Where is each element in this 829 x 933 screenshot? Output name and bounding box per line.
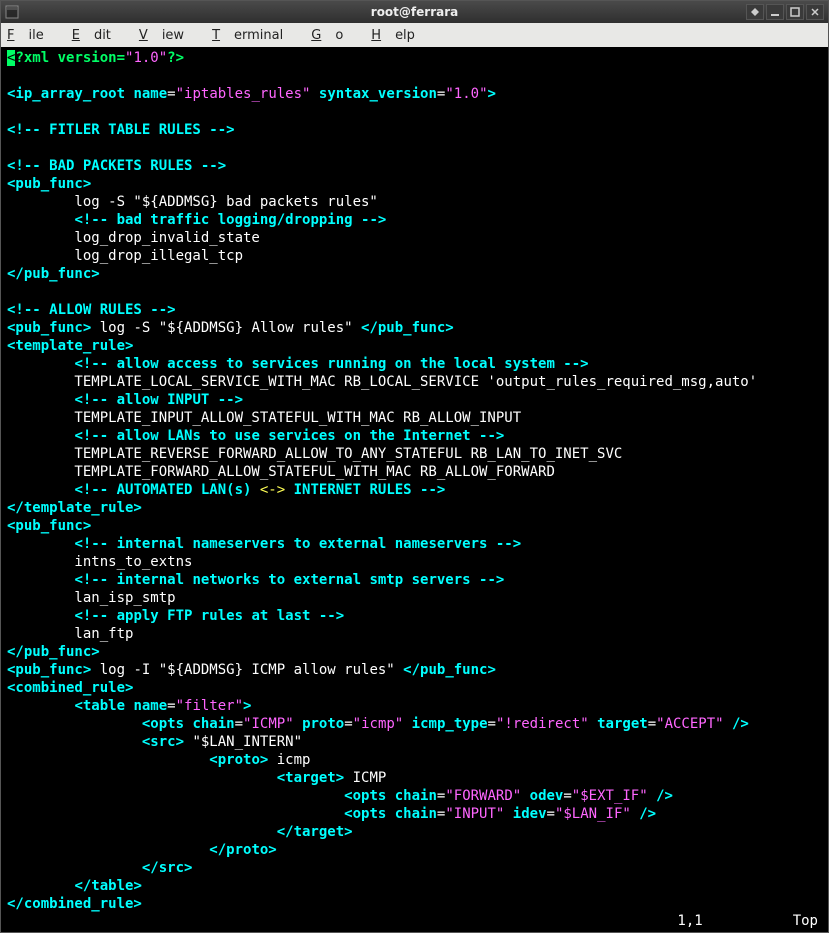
- terminal-line: </pub_func>: [7, 643, 824, 661]
- terminal-line: <proto> icmp: [7, 751, 824, 769]
- menu-edit[interactable]: Edit: [72, 28, 125, 43]
- terminal-line: [7, 283, 824, 301]
- terminal-line: </table>: [7, 877, 824, 895]
- terminal-line: <pub_func> log -S "${ADDMSG} Allow rules…: [7, 319, 824, 337]
- terminal-line: <?xml version="1.0"?>: [7, 49, 824, 67]
- terminal-line: </template_rule>: [7, 499, 824, 517]
- terminal-line: <ip_array_root name="iptables_rules" syn…: [7, 85, 824, 103]
- terminal-line: [7, 67, 824, 85]
- terminal-line: <opts chain="FORWARD" odev="$EXT_IF" />: [7, 787, 824, 805]
- window-title: root@ferrara: [371, 5, 458, 19]
- terminal-window: root@ferrara File Edit View Terminal Go …: [0, 0, 829, 933]
- terminal-line: <!-- allow LANs to use services on the I…: [7, 427, 824, 445]
- terminal-line: </src>: [7, 859, 824, 877]
- menu-terminal[interactable]: Terminal: [212, 28, 297, 43]
- menu-file[interactable]: File: [7, 28, 58, 43]
- terminal-content[interactable]: <?xml version="1.0"?> <ip_array_root nam…: [1, 47, 828, 932]
- terminal-line: log_drop_illegal_tcp: [7, 247, 824, 265]
- terminal-line: TEMPLATE_INPUT_ALLOW_STATEFUL_WITH_MAC R…: [7, 409, 824, 427]
- terminal-line: <pub_func>: [7, 517, 824, 535]
- vim-status: 1,1 Top: [677, 912, 818, 930]
- terminal-line: TEMPLATE_FORWARD_ALLOW_STATEFUL_WITH_MAC…: [7, 463, 824, 481]
- minimize-button[interactable]: [766, 4, 784, 20]
- terminal-line: </target>: [7, 823, 824, 841]
- terminal-line: <!-- apply FTP rules at last -->: [7, 607, 824, 625]
- terminal-line: <!-- allow INPUT -->: [7, 391, 824, 409]
- terminal-line: <target> ICMP: [7, 769, 824, 787]
- window-buttons: [746, 4, 824, 20]
- terminal-line: <opts chain="ICMP" proto="icmp" icmp_typ…: [7, 715, 824, 733]
- menu-go[interactable]: Go: [311, 28, 357, 43]
- terminal-line: </pub_func>: [7, 265, 824, 283]
- terminal-line: <!-- internal nameservers to external na…: [7, 535, 824, 553]
- cursor-position: 1,1: [677, 912, 702, 930]
- terminal-line: [7, 103, 824, 121]
- scroll-position: Top: [793, 912, 818, 930]
- maximize-button[interactable]: [786, 4, 804, 20]
- terminal-line: [7, 139, 824, 157]
- stick-button[interactable]: [746, 4, 764, 20]
- terminal-line: <pub_func>: [7, 175, 824, 193]
- terminal-line: lan_isp_smtp: [7, 589, 824, 607]
- app-icon: [5, 5, 19, 19]
- terminal-line: <!-- BAD PACKETS RULES -->: [7, 157, 824, 175]
- terminal-line: log -S "${ADDMSG} bad packets rules": [7, 193, 824, 211]
- terminal-line: <table name="filter">: [7, 697, 824, 715]
- terminal-line: <!-- FITLER TABLE RULES -->: [7, 121, 824, 139]
- menubar: File Edit View Terminal Go Help: [1, 23, 828, 47]
- terminal-line: TEMPLATE_REVERSE_FORWARD_ALLOW_TO_ANY_ST…: [7, 445, 824, 463]
- menu-help[interactable]: Help: [371, 28, 429, 43]
- terminal-line: <!-- AUTOMATED LAN(s) <-> INTERNET RULES…: [7, 481, 824, 499]
- terminal-line: TEMPLATE_LOCAL_SERVICE_WITH_MAC RB_LOCAL…: [7, 373, 824, 391]
- terminal-line: <combined_rule>: [7, 679, 824, 697]
- terminal-line: <src> "$LAN_INTERN": [7, 733, 824, 751]
- terminal-line: <opts chain="INPUT" idev="$LAN_IF" />: [7, 805, 824, 823]
- terminal-line: log_drop_invalid_state: [7, 229, 824, 247]
- menu-view[interactable]: View: [139, 28, 198, 43]
- terminal-line: lan_ftp: [7, 625, 824, 643]
- titlebar[interactable]: root@ferrara: [1, 1, 828, 23]
- terminal-line: </combined_rule>: [7, 895, 824, 913]
- terminal-line: <!-- ALLOW RULES -->: [7, 301, 824, 319]
- terminal-line: intns_to_extns: [7, 553, 824, 571]
- terminal-line: <!-- internal networks to external smtp …: [7, 571, 824, 589]
- terminal-line: </proto>: [7, 841, 824, 859]
- terminal-line: <pub_func> log -I "${ADDMSG} ICMP allow …: [7, 661, 824, 679]
- terminal-line: <template_rule>: [7, 337, 824, 355]
- terminal-line: <!-- allow access to services running on…: [7, 355, 824, 373]
- close-button[interactable]: [806, 4, 824, 20]
- terminal-line: <!-- bad traffic logging/dropping -->: [7, 211, 824, 229]
